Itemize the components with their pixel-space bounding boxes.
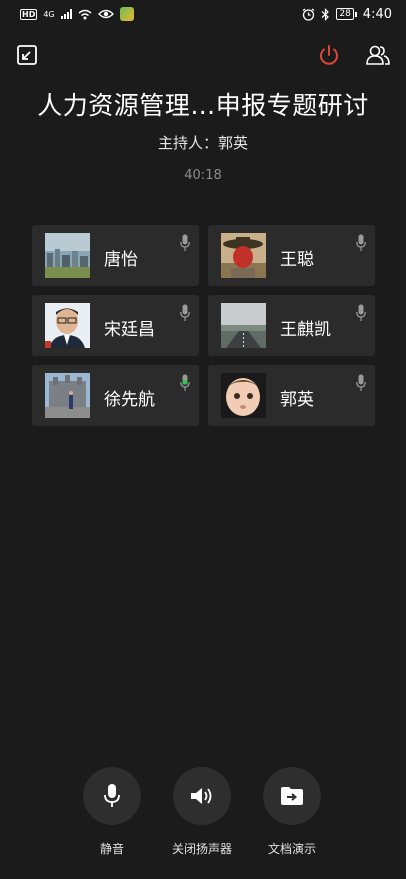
folder-share-icon: [281, 787, 303, 805]
battery-level: 28: [336, 8, 354, 20]
minimize-button[interactable]: [14, 42, 40, 68]
status-left: HD 4G: [20, 7, 134, 21]
participant-card[interactable]: 唐怡: [32, 225, 199, 286]
doc-control: 文档演示: [247, 767, 337, 857]
man-glasses-avatar: [45, 303, 90, 348]
meeting-host: 主持人：郭英: [157, 134, 248, 152]
clock: 4:40: [362, 6, 392, 22]
members-icon: [366, 45, 390, 65]
mic-icon: [356, 304, 366, 321]
doc-label: 文档演示: [267, 842, 316, 856]
speaker-button[interactable]: [173, 767, 231, 825]
meeting-screen: HD 4G 28 4:40 人力资源管理…申报专题研讨 主持人：郭英 40:18…: [0, 0, 406, 879]
participant-name: 唐怡: [104, 250, 138, 270]
meeting-title: 人力资源管理…申报专题研讨: [37, 91, 369, 120]
baby-avatar: [221, 373, 266, 418]
mic-icon: [180, 304, 190, 321]
participant-card[interactable]: 郭英: [208, 365, 375, 426]
participant-card[interactable]: 徐先航: [32, 365, 199, 426]
power-icon: [320, 45, 338, 65]
end-meeting-button[interactable]: [316, 42, 342, 68]
city-photo-avatar: [45, 233, 90, 278]
microphone-icon: [104, 784, 120, 807]
status-right: 28 4:40: [302, 7, 392, 22]
speaker-label: 关闭扬声器: [171, 842, 232, 856]
participants-button[interactable]: [364, 42, 392, 68]
eye-icon: [97, 9, 114, 19]
bluetooth-icon: [321, 7, 330, 21]
participant-card[interactable]: 宋廷昌: [32, 295, 199, 356]
mic-icon: [356, 234, 366, 251]
participant-name: 徐先航: [104, 390, 155, 410]
wifi-icon: [78, 9, 92, 19]
participant-name: 王聪: [280, 250, 314, 270]
participant-name: 王麒凯: [280, 320, 331, 340]
participant-grid: 唐怡 王聪 宋廷昌 王麒凯 徐先航 郭英: [32, 225, 375, 426]
mute-button[interactable]: [83, 767, 141, 825]
mic-active-icon: [180, 374, 190, 391]
minimize-window-icon: [17, 45, 37, 65]
speaker-control: 关闭扬声器: [157, 767, 247, 857]
participant-card[interactable]: 王麒凯: [208, 295, 375, 356]
network-type: 4G: [43, 9, 55, 19]
battery-icon: 28: [336, 8, 357, 20]
mic-icon: [356, 374, 366, 391]
participant-card[interactable]: 王聪: [208, 225, 375, 286]
alarm-icon: [302, 8, 315, 21]
hat-person-avatar: [221, 233, 266, 278]
mic-icon: [180, 234, 190, 251]
hd-badge: HD: [20, 8, 38, 20]
road-landscape-avatar: [221, 303, 266, 348]
document-present-button[interactable]: [263, 767, 321, 825]
mute-control: 静音: [67, 767, 157, 857]
speaker-icon: [191, 788, 212, 804]
building-photo-avatar: [45, 373, 90, 418]
mute-label: 静音: [99, 842, 124, 856]
meeting-timer: 40:18: [184, 168, 222, 183]
status-bar: HD 4G 28 4:40: [0, 0, 406, 28]
participant-name: 郭英: [280, 390, 314, 410]
signal-icon: [60, 9, 72, 19]
app-notification-icon: [119, 7, 134, 21]
participant-name: 宋廷昌: [104, 320, 155, 340]
